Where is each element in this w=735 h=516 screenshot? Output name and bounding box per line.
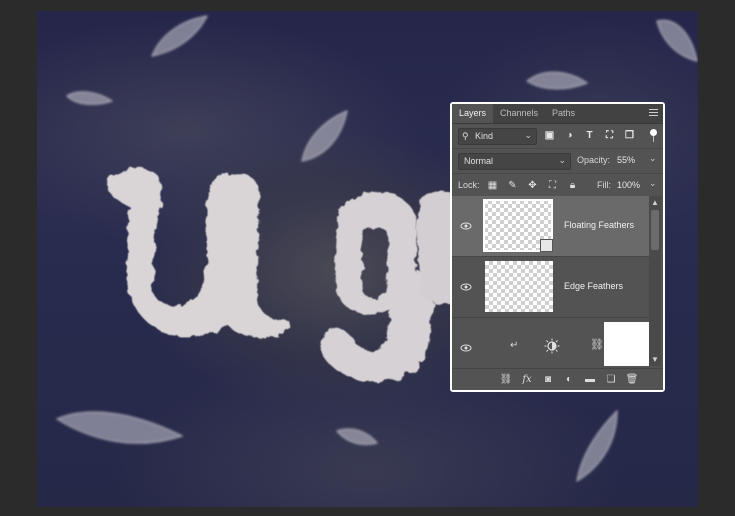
clipping-mask-icon: ↵ xyxy=(510,340,519,351)
eye-icon[interactable] xyxy=(460,342,472,354)
tab-layers[interactable]: Layers xyxy=(452,104,494,123)
panel-menu-icon[interactable] xyxy=(649,109,658,117)
layer-floating-feathers[interactable]: Floating Feathers xyxy=(452,196,649,257)
shape-layer-filter-icon[interactable]: ⛶ xyxy=(603,129,616,142)
layers-scrollbar[interactable]: ▲ ▼ xyxy=(649,196,661,366)
fill-value[interactable]: 100% xyxy=(617,180,640,190)
blend-mode-dropdown[interactable]: Normal ⌄ xyxy=(458,153,571,170)
search-icon: ⚲ xyxy=(462,131,469,141)
lock-image-pixels-icon[interactable]: ✎ xyxy=(506,179,519,192)
lock-label: Lock: xyxy=(458,180,480,190)
lock-artboard-icon[interactable]: ⛶ xyxy=(546,179,559,192)
filter-toggle-stem xyxy=(653,136,654,142)
layer-thumbnail[interactable] xyxy=(483,199,553,252)
scroll-down-icon[interactable]: ▼ xyxy=(651,355,659,364)
layers-list: Floating Feathers Edge Feathers ↵ ⛓ xyxy=(452,196,649,366)
fill-label: Fill: xyxy=(597,180,611,190)
fill-chevron-icon[interactable]: ⌄ xyxy=(649,178,657,189)
panel-tabbar: Layers Channels Paths xyxy=(452,104,663,124)
opacity-value[interactable]: 55% xyxy=(617,155,635,165)
layer-thumbnail[interactable] xyxy=(485,261,553,312)
new-adjustment-layer-icon[interactable]: ◐ xyxy=(562,373,576,387)
filter-kind-label: Kind xyxy=(475,131,494,141)
pixel-layer-filter-icon[interactable]: ▣ xyxy=(543,129,556,142)
layer-adjustment[interactable]: ↵ ⛓ xyxy=(452,318,649,366)
filter-kind-dropdown[interactable]: ⚲ Kind ⌄ xyxy=(458,128,537,145)
layer-name[interactable]: Edge Feathers xyxy=(564,281,623,291)
layer-edge-feathers[interactable]: Edge Feathers xyxy=(452,257,649,318)
lock-all-icon[interactable]: 🔒︎ xyxy=(566,179,579,192)
fluffy-letter-u xyxy=(107,167,292,338)
lock-transparent-pixels-icon[interactable]: ▦ xyxy=(486,179,499,192)
chevron-down-icon: ⌄ xyxy=(558,155,566,165)
new-layer-icon[interactable]: ❏ xyxy=(604,373,618,387)
scroll-up-icon[interactable]: ▲ xyxy=(651,198,659,207)
smart-object-filter-icon[interactable]: ❐ xyxy=(623,129,636,142)
eye-icon[interactable] xyxy=(460,220,472,232)
layer-style-fx-icon[interactable]: fx xyxy=(520,373,534,387)
type-layer-filter-icon[interactable]: T xyxy=(583,129,596,142)
eye-icon[interactable] xyxy=(460,281,472,293)
brightness-contrast-icon[interactable] xyxy=(544,338,560,354)
blend-mode-value: Normal xyxy=(464,156,494,166)
add-mask-icon[interactable]: ◙ xyxy=(541,373,555,387)
lock-position-icon[interactable]: ✥ xyxy=(526,179,539,192)
filter-toggle-icon[interactable] xyxy=(650,129,657,136)
new-group-folder-icon[interactable]: ▬ xyxy=(583,373,597,387)
scroll-thumb[interactable] xyxy=(651,210,659,250)
tab-paths[interactable]: Paths xyxy=(545,104,582,123)
opacity-chevron-icon[interactable]: ⌄ xyxy=(649,153,657,164)
adjustment-layer-filter-icon[interactable]: ◑ xyxy=(563,129,576,142)
layer-mask-thumbnail[interactable] xyxy=(604,322,649,366)
layer-name[interactable]: Floating Feathers xyxy=(564,220,634,230)
smart-object-badge-icon xyxy=(540,239,553,252)
panel-footer: ⛓ fx ◙ ◐ ▬ ❏ 🗑︎ xyxy=(452,368,663,390)
chain-link-icon[interactable]: ⛓ xyxy=(590,338,604,351)
trash-icon[interactable]: 🗑︎ xyxy=(625,373,639,387)
chevron-down-icon: ⌄ xyxy=(524,130,532,140)
blend-row: Normal ⌄ Opacity: 55% ⌄ xyxy=(452,149,663,174)
tab-channels[interactable]: Channels xyxy=(493,104,545,123)
layers-panel: Layers Channels Paths ⚲ Kind ⌄ ▣ ◑ T ⛶ ❐… xyxy=(450,102,665,392)
link-layers-icon[interactable]: ⛓ xyxy=(499,373,513,387)
filter-row: ⚲ Kind ⌄ ▣ ◑ T ⛶ ❐ xyxy=(452,124,663,149)
opacity-label: Opacity: xyxy=(577,155,611,165)
